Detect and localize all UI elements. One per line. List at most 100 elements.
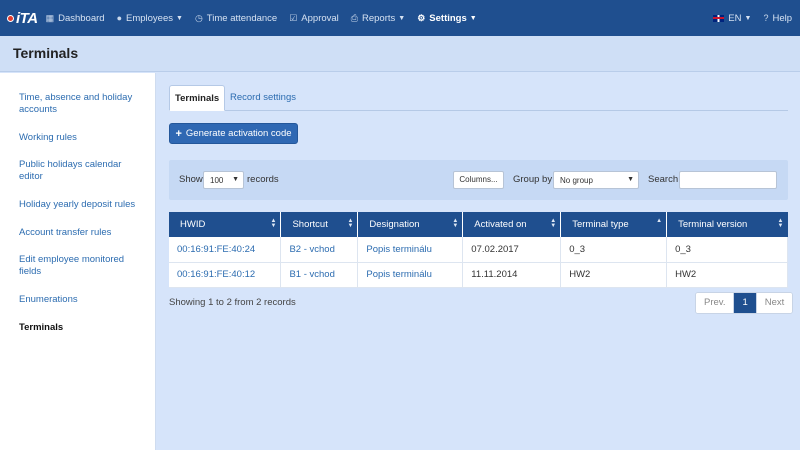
cell-shortcut[interactable]: B2 - vchod	[280, 237, 359, 263]
sidebar-item-public-holidays-calendar[interactable]: Public holidays calendar editor	[19, 159, 144, 183]
help-label: Help	[772, 12, 792, 24]
search-input[interactable]	[679, 171, 777, 189]
col-header-terminal-version[interactable]: Terminal version ▲ ▼	[666, 212, 788, 237]
table-info: Showing 1 to 2 from 2 records	[169, 297, 296, 308]
sort-icon: ▲ ▼	[550, 218, 557, 229]
page-1-button[interactable]: 1	[734, 293, 757, 313]
check-square-icon: ☑	[289, 12, 298, 23]
generate-button-label: Generate activation code	[185, 128, 292, 139]
next-page-button[interactable]: Next	[756, 293, 793, 313]
nav-time-attendance-label: Time attendance	[206, 12, 278, 24]
question-icon: ?	[763, 13, 769, 23]
col-header-designation-label: Designation	[369, 219, 420, 230]
terminals-table: HWID ▲ ▼ Shortcut ▲ ▼ Designation ▲ ▼ Activate…	[169, 212, 788, 288]
cell-hwid[interactable]: 00:16:91:FE:40:12	[169, 262, 282, 288]
cell-activated-on: 11.11.2014	[462, 262, 562, 288]
col-header-terminal-type[interactable]: Terminal type ▲	[560, 212, 668, 237]
chevron-down-icon: ▼	[627, 176, 634, 183]
sort-icon: ▲ ▼	[270, 218, 277, 229]
help-link[interactable]: ? Help	[763, 13, 792, 24]
cell-designation[interactable]: Popis terminálu	[357, 262, 464, 288]
cell-terminal-version: HW2	[666, 262, 788, 288]
col-header-shortcut[interactable]: Shortcut ▲ ▼	[280, 212, 359, 237]
tab-terminals[interactable]: Terminals	[169, 85, 226, 111]
group-by-value: No group	[560, 176, 593, 185]
prev-page-button[interactable]: Prev.	[696, 293, 735, 313]
main-content: Terminals Record settings + Generate act…	[156, 73, 800, 450]
cell-activated-on: 07.02.2017	[462, 237, 562, 263]
sort-icon: ▲ ▼	[452, 218, 459, 229]
generate-activation-code-button[interactable]: + Generate activation code	[169, 123, 298, 144]
col-header-activated-on-label: Activated on	[474, 219, 527, 230]
sidebar: Time, absence and holiday accounts Worki…	[0, 73, 156, 450]
page-header: Terminals	[0, 36, 800, 72]
pagination: Prev. 1 Next	[695, 292, 794, 314]
group-by-select[interactable]: No group ▼	[553, 171, 639, 189]
nav-time-attendance[interactable]: ◷ Time attendance	[195, 13, 277, 24]
chevron-down-icon: ▼	[398, 14, 406, 22]
cell-terminal-version: 0_3	[666, 237, 788, 263]
nav-reports[interactable]: ⎙ Reports ▼	[351, 13, 405, 24]
col-header-hwid[interactable]: HWID ▲ ▼	[169, 212, 282, 237]
nav-approval-label: Approval	[301, 12, 339, 24]
printer-icon: ⎙	[350, 12, 358, 23]
table-row[interactable]: 00:16:91:FE:40:24 B2 - vchod Popis termi…	[169, 237, 788, 263]
sort-icon: ▲ ▼	[347, 218, 354, 229]
col-header-shortcut-label: Shortcut	[292, 219, 328, 230]
cell-shortcut[interactable]: B1 - vchod	[280, 262, 359, 288]
col-header-designation[interactable]: Designation ▲ ▼	[357, 212, 464, 237]
page-size-value: 100	[210, 176, 224, 185]
sidebar-item-time-absence-holiday-accounts[interactable]: Time, absence and holiday accounts	[19, 92, 144, 116]
nav-approval[interactable]: ☑ Approval	[289, 13, 339, 24]
sidebar-item-edit-monitored-fields[interactable]: Edit employee monitored fields	[19, 254, 144, 278]
tab-bar: Terminals Record settings	[169, 85, 788, 111]
sort-icon: ▲ ▼	[777, 218, 784, 229]
cell-designation[interactable]: Popis terminálu	[357, 237, 464, 263]
sidebar-item-terminals[interactable]: Terminals	[19, 322, 144, 334]
columns-button[interactable]: Columns...	[453, 171, 504, 189]
plus-icon: +	[175, 127, 182, 140]
nav-dashboard[interactable]: ▦ Dashboard	[46, 13, 105, 24]
records-label: records	[247, 174, 279, 185]
table-toolbar: Show 100 ▼ records Columns... Group by N…	[169, 160, 788, 200]
cell-terminal-type: HW2	[560, 262, 668, 288]
clock-icon: ◷	[194, 12, 203, 23]
cell-hwid[interactable]: 00:16:91:FE:40:24	[169, 237, 282, 263]
col-header-terminal-version-label: Terminal version	[678, 219, 748, 230]
language-selector[interactable]: EN ▼	[713, 13, 751, 24]
page-title: Terminals	[13, 45, 79, 61]
grid-icon: ▦	[45, 12, 55, 23]
sidebar-item-account-transfer[interactable]: Account transfer rules	[19, 227, 144, 239]
sidebar-item-holiday-yearly-deposit[interactable]: Holiday yearly deposit rules	[19, 199, 144, 211]
col-header-hwid-label: HWID	[180, 219, 206, 230]
group-by-label: Group by	[513, 174, 553, 185]
uk-flag-icon	[713, 14, 725, 22]
table-row[interactable]: 00:16:91:FE:40:12 B1 - vchod Popis termi…	[169, 262, 788, 288]
language-label: EN	[728, 12, 742, 24]
tab-record-settings[interactable]: Record settings	[225, 85, 301, 111]
cell-terminal-type: 0_3	[560, 237, 668, 263]
nav-employees-label: Employees	[126, 12, 173, 24]
table-header-row: HWID ▲ ▼ Shortcut ▲ ▼ Designation ▲ ▼ Activate…	[169, 212, 788, 237]
chevron-down-icon: ▼	[176, 14, 183, 22]
sidebar-item-working-rules[interactable]: Working rules	[19, 132, 144, 144]
gear-icon: ⚙	[417, 12, 426, 23]
top-navbar: iTA ▦ Dashboard ● Employees ▼ ◷ Time att…	[0, 0, 800, 36]
show-label: Show	[179, 174, 203, 185]
user-icon: ●	[116, 13, 122, 23]
col-header-activated-on[interactable]: Activated on ▲ ▼	[462, 212, 562, 237]
chevron-down-icon: ▼	[232, 176, 239, 183]
sidebar-item-enumerations[interactable]: Enumerations	[19, 294, 144, 306]
search-label: Search	[648, 174, 679, 185]
page-size-select[interactable]: 100 ▼	[203, 171, 244, 189]
nav-reports-label: Reports	[362, 12, 396, 24]
nav-employees[interactable]: ● Employees ▼	[117, 13, 183, 24]
logo-text: iTA	[16, 9, 38, 27]
nav-settings[interactable]: ⚙ Settings ▼	[417, 13, 477, 24]
logo-dot-icon	[7, 14, 14, 22]
nav-dashboard-label: Dashboard	[58, 12, 105, 24]
chevron-down-icon: ▼	[744, 14, 752, 22]
sort-asc-icon: ▲	[656, 218, 663, 224]
nav-settings-label: Settings	[429, 12, 467, 24]
ita-logo[interactable]: iTA	[7, 10, 38, 27]
